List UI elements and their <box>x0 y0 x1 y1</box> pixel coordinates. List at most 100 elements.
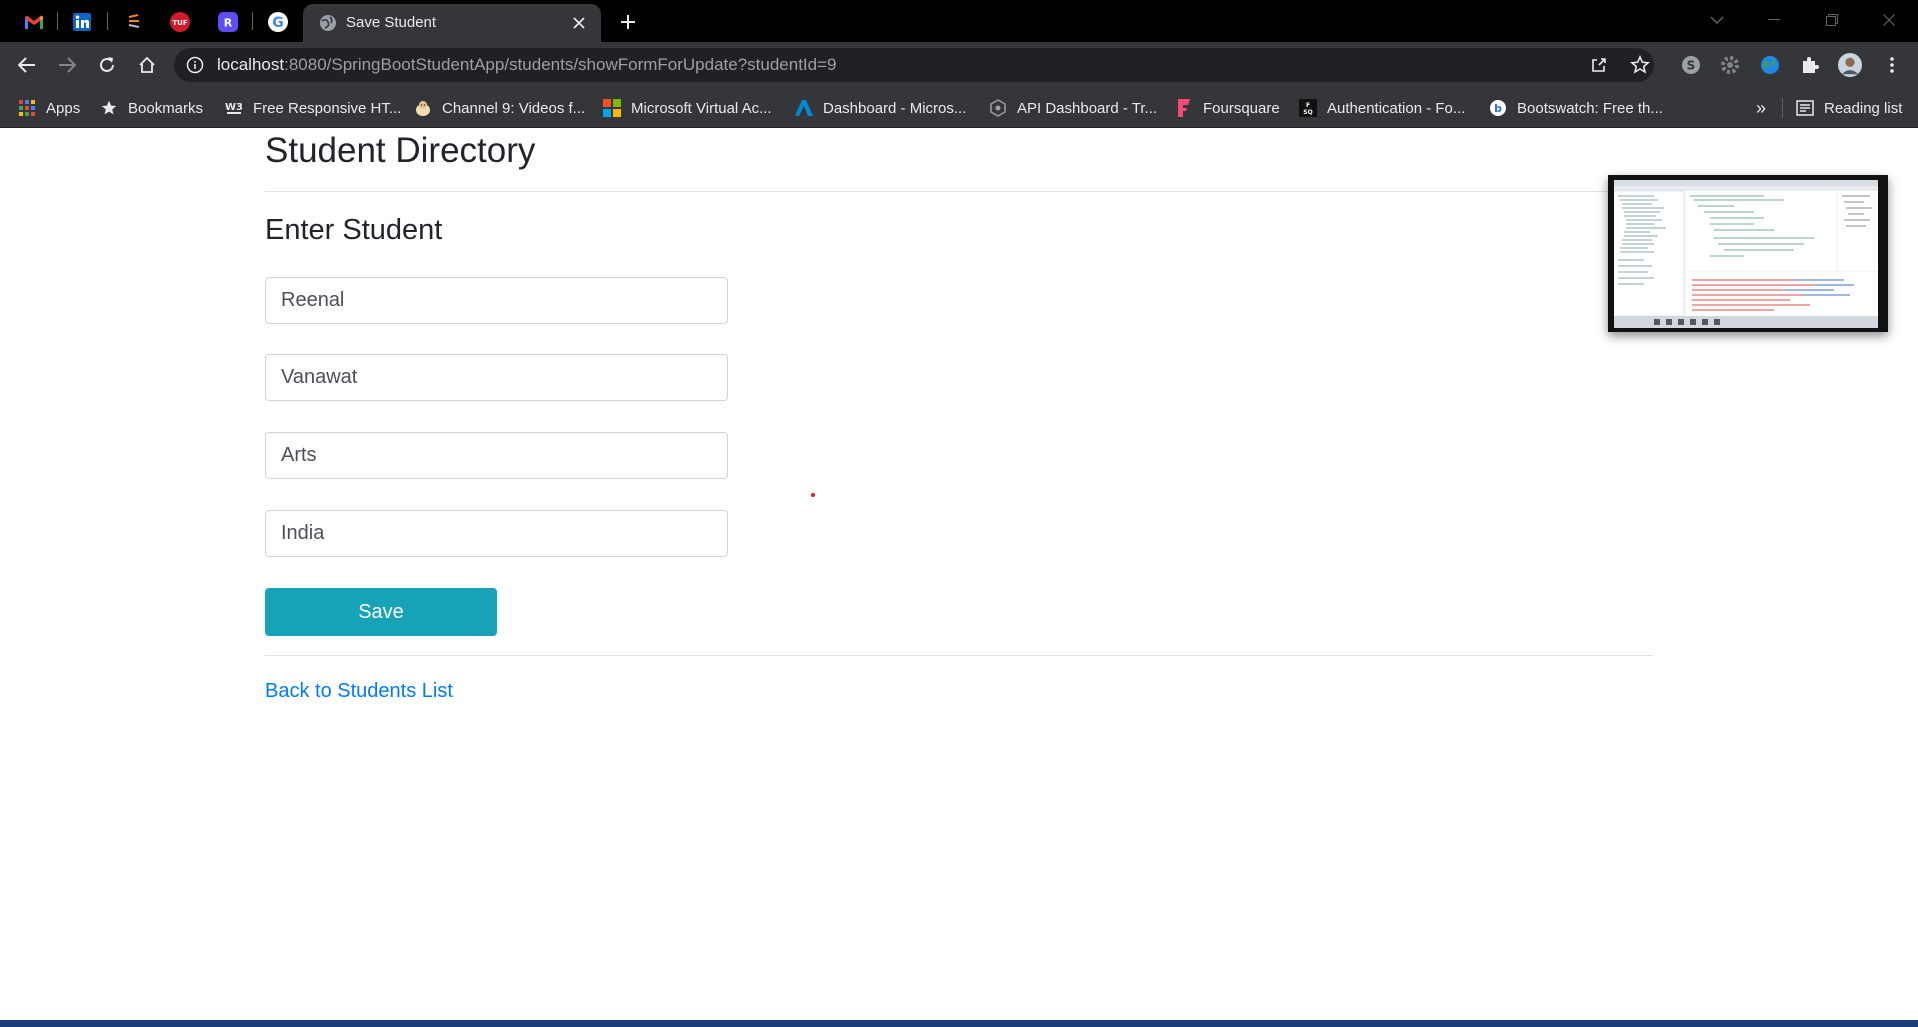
arrow-left-icon <box>18 57 35 73</box>
globe-extension[interactable] <box>1758 53 1782 77</box>
minimize-button[interactable] <box>1757 6 1791 34</box>
bookmark-apps[interactable]: Apps <box>18 96 80 120</box>
bootswatch-icon: b <box>1489 99 1507 117</box>
reading-list-button[interactable]: Reading list <box>1796 96 1902 120</box>
star-icon <box>100 99 118 117</box>
bookmark-label: Apps <box>46 99 81 117</box>
taskbar-edge <box>0 1020 1918 1027</box>
bookmark-star-button[interactable] <box>1630 55 1650 75</box>
tab-search-button[interactable] <box>1700 6 1734 34</box>
page-title: Student Directory <box>265 131 536 170</box>
settings-extension[interactable] <box>1718 53 1742 77</box>
fsq-icon: F SQ <box>1299 99 1317 117</box>
bookmark-bookmarks[interactable]: Bookmarks <box>100 96 203 120</box>
browser-toolbar: localhost:8080/SpringBootStudentApp/stud… <box>0 42 1918 88</box>
reading-list-label: Reading list <box>1824 99 1903 117</box>
svg-text:R: R <box>224 17 233 30</box>
tab-strip: TUF R G Save Student <box>0 0 1918 42</box>
channel9-icon <box>414 99 432 117</box>
bookmarks-bar: Apps Bookmarks W3 Free Responsive HT... … <box>0 88 1918 128</box>
kebab-menu-icon <box>1890 57 1894 73</box>
globe-icon <box>320 15 336 31</box>
menu-button[interactable] <box>1880 53 1904 77</box>
address-bar[interactable]: localhost:8080/SpringBootStudentApp/stud… <box>174 48 1654 82</box>
reload-button[interactable] <box>92 50 122 80</box>
reading-list-icon <box>1796 99 1814 117</box>
skype-icon: S <box>1682 56 1700 74</box>
linkedin-tab[interactable] <box>68 8 96 36</box>
bookmark-label: Bootswatch: Free th... <box>1517 99 1663 117</box>
divider-top <box>265 191 1653 192</box>
svg-text:b: b <box>1494 102 1502 115</box>
bookmark-ms-virtual-academy[interactable]: Microsoft Virtual Ac... <box>603 96 772 120</box>
bookmark-authentication[interactable]: F SQ Authentication - Fo... <box>1299 96 1465 120</box>
back-to-list-link[interactable]: Back to Students List <box>265 680 453 703</box>
close-icon <box>573 17 585 29</box>
earth-icon <box>1761 56 1779 74</box>
sololearn-tab[interactable] <box>120 8 148 36</box>
cursor-dot <box>811 493 815 497</box>
r-app-icon: R <box>218 12 238 32</box>
share-button[interactable] <box>1589 55 1609 75</box>
foursquare-icon <box>1175 99 1193 117</box>
azure-icon <box>795 99 813 117</box>
tuf-tab[interactable]: TUF <box>166 8 194 36</box>
home-icon <box>139 56 155 73</box>
skype-extension[interactable]: S <box>1679 53 1703 77</box>
puzzle-icon <box>1803 57 1819 73</box>
svg-text:G: G <box>272 15 284 31</box>
google-icon: G <box>268 12 288 32</box>
tuf-icon: TUF <box>170 12 190 32</box>
forward-button[interactable] <box>52 50 82 80</box>
avatar-icon <box>1838 53 1862 77</box>
close-window-button[interactable] <box>1872 6 1906 34</box>
restore-button[interactable] <box>1815 6 1849 34</box>
minimize-icon <box>1768 19 1780 20</box>
close-window-icon <box>1883 14 1895 26</box>
extensions-button[interactable] <box>1798 53 1822 77</box>
svg-text:TUF: TUF <box>172 19 187 27</box>
svg-text:W3: W3 <box>225 102 243 113</box>
info-icon[interactable] <box>186 56 204 74</box>
home-button[interactable] <box>132 50 162 80</box>
bookmark-label: Microsoft Virtual Ac... <box>631 99 772 117</box>
star-outline-icon <box>1630 55 1650 74</box>
tab-save-student[interactable]: Save Student <box>303 4 601 42</box>
google-tab[interactable]: G <box>264 8 292 36</box>
bookmark-label: Free Responsive HT... <box>253 99 402 117</box>
tab-close-button[interactable] <box>569 13 589 33</box>
bookmark-channel9[interactable]: Channel 9: Videos f... <box>414 96 585 120</box>
first-name-input[interactable] <box>265 277 728 324</box>
share-icon <box>1592 58 1606 72</box>
url-host: localhost <box>217 55 285 74</box>
bookmark-foursquare[interactable]: Foursquare <box>1175 96 1280 120</box>
bookmark-free-responsive[interactable]: W3 Free Responsive HT... <box>225 96 401 120</box>
bookmark-label: Bookmarks <box>128 99 204 117</box>
last-name-input[interactable] <box>265 354 728 401</box>
video-thumbnail-overlay[interactable] <box>1608 175 1888 332</box>
tab-title: Save Student <box>346 14 437 31</box>
form-heading: Enter Student <box>265 214 443 246</box>
arrow-right-icon <box>59 57 76 73</box>
gmail-tab[interactable] <box>20 8 48 36</box>
save-button[interactable]: Save <box>265 588 497 636</box>
back-button[interactable] <box>12 50 42 80</box>
stack-icon <box>128 14 140 28</box>
microsoft-icon <box>603 99 621 117</box>
department-input[interactable] <box>265 432 728 479</box>
bookmark-api-dashboard[interactable]: API Dashboard - Tr... <box>989 96 1157 120</box>
plus-icon <box>621 15 635 29</box>
restore-icon <box>1826 14 1838 26</box>
new-tab-button[interactable] <box>615 9 641 35</box>
r-tab[interactable]: R <box>214 8 242 36</box>
country-input[interactable] <box>265 510 728 557</box>
api-icon <box>989 99 1007 117</box>
profile-avatar[interactable] <box>1838 53 1862 77</box>
gear-icon <box>1721 56 1739 74</box>
bookmark-azure-dashboard[interactable]: Dashboard - Micros... <box>795 96 966 120</box>
url-text[interactable]: localhost:8080/SpringBootStudentApp/stud… <box>217 55 837 75</box>
chevron-down-icon <box>1710 16 1724 25</box>
bookmarks-overflow-button[interactable]: » <box>1756 96 1766 120</box>
bookmark-bootswatch[interactable]: b Bootswatch: Free th... <box>1489 96 1663 120</box>
bookmark-label: Foursquare <box>1203 99 1280 117</box>
